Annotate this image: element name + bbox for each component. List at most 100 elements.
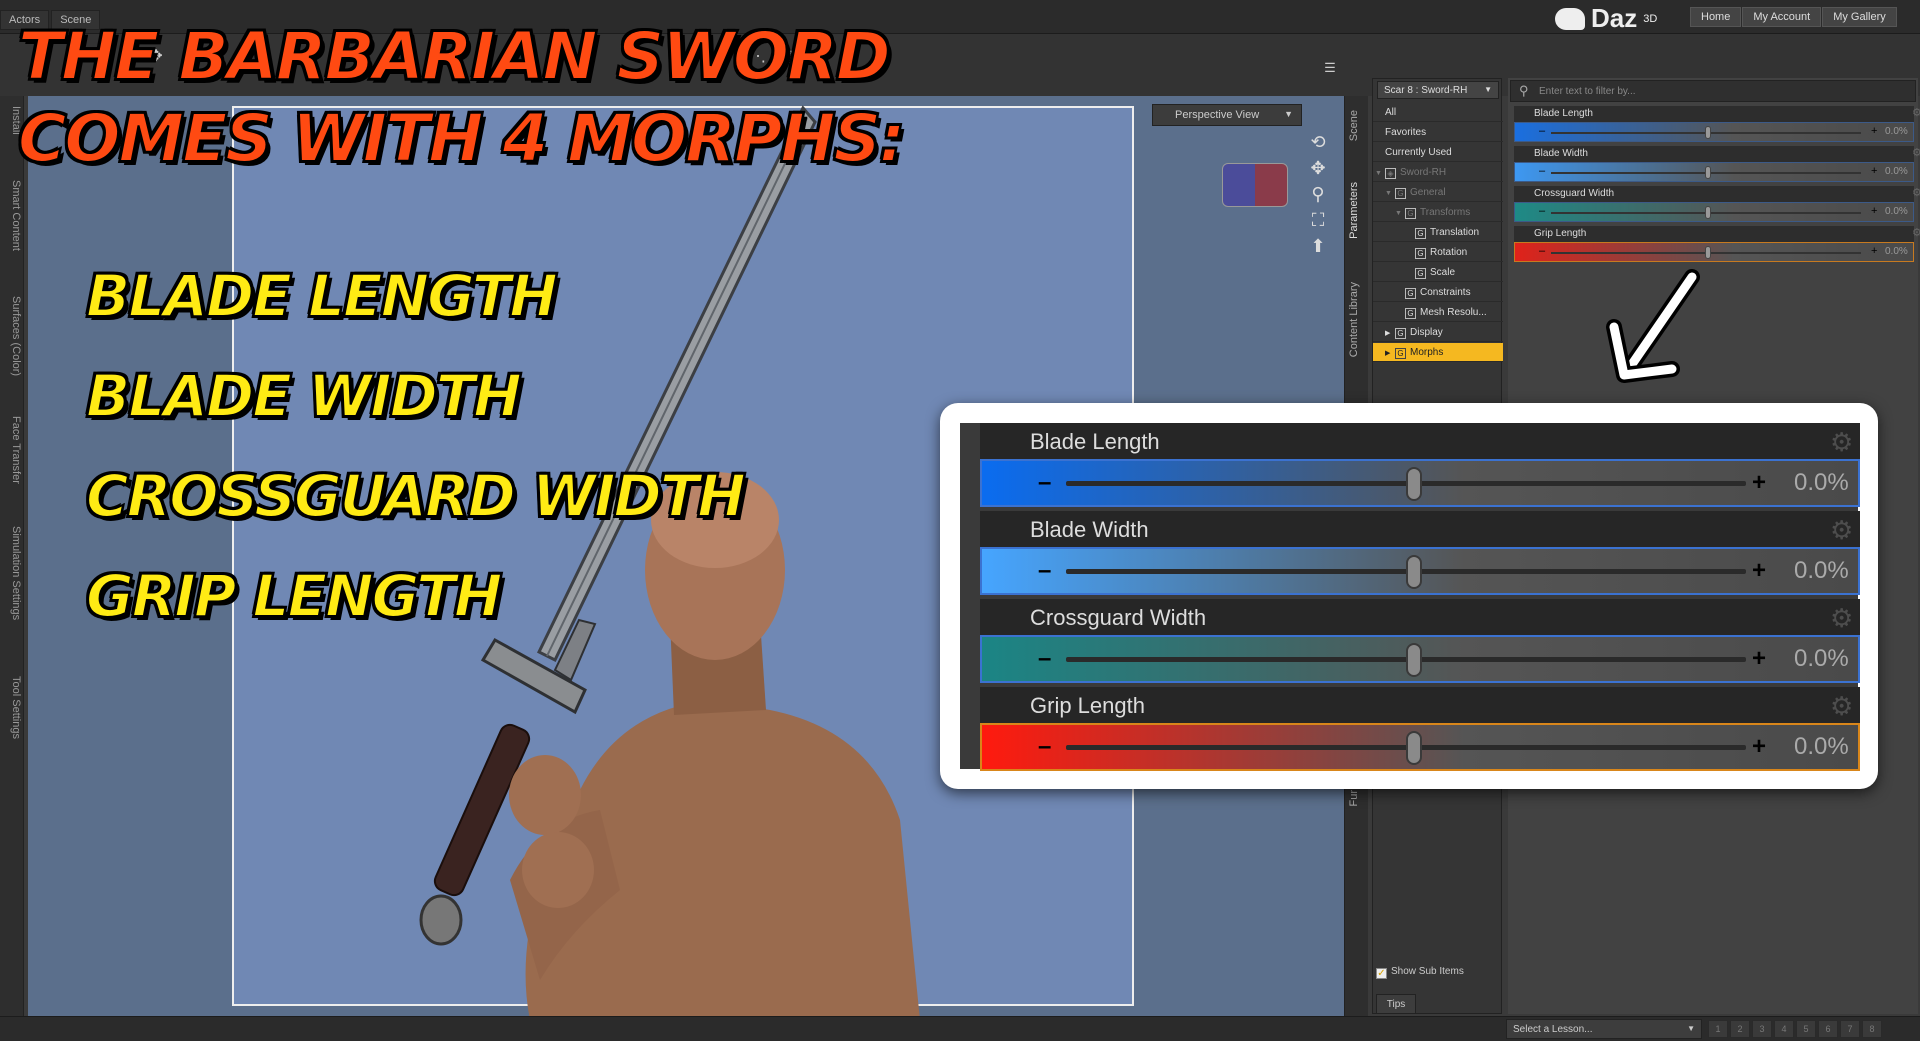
zoom-icon[interactable]: ⚲ xyxy=(1307,184,1329,206)
tab-simulation-settings[interactable]: Simulation Settings xyxy=(2,526,22,620)
param-row[interactable]: Crossguard Width – + 0.0% ⚙ xyxy=(1514,186,1920,224)
zoom-param-row[interactable]: Grip Length – + 0.0% ⚙ xyxy=(980,687,1860,774)
zoom-param-value[interactable]: 0.0% xyxy=(1794,469,1849,497)
expand-triangle-icon[interactable]: ▼ xyxy=(1395,210,1405,217)
tree-item-currently-used[interactable]: Currently Used xyxy=(1373,143,1503,162)
tree-item-display[interactable]: ▶ G Display xyxy=(1373,323,1503,342)
page-2[interactable]: 2 xyxy=(1730,1020,1750,1038)
minus-icon[interactable]: – xyxy=(1038,733,1051,761)
plus-icon[interactable]: + xyxy=(1752,733,1766,761)
minus-icon[interactable]: – xyxy=(1539,205,1545,217)
slider-knob[interactable] xyxy=(1705,206,1711,219)
zoom-param-value[interactable]: 0.0% xyxy=(1794,557,1849,585)
gear-icon[interactable]: ⚙ xyxy=(1830,515,1853,546)
gear-icon[interactable]: ⚙ xyxy=(1830,691,1853,722)
view-cube[interactable] xyxy=(1222,163,1288,207)
minus-icon[interactable]: – xyxy=(1539,245,1545,257)
zoom-param-row[interactable]: Blade Width – + 0.0% ⚙ xyxy=(980,511,1860,598)
page-6[interactable]: 6 xyxy=(1818,1020,1838,1038)
plus-icon[interactable]: + xyxy=(1871,245,1877,257)
slider-knob[interactable] xyxy=(1406,643,1422,677)
gear-icon[interactable]: ⚙ xyxy=(1912,226,1920,239)
lesson-select[interactable]: Select a Lesson... ▼ xyxy=(1506,1019,1702,1039)
gear-icon[interactable]: ⚙ xyxy=(1912,106,1920,119)
param-value[interactable]: 0.0% xyxy=(1885,166,1908,177)
tree-item-all[interactable]: All xyxy=(1373,103,1503,122)
tree-item-general[interactable]: ▼ G General xyxy=(1373,183,1503,202)
orbit-icon[interactable]: ⟲ xyxy=(1307,132,1329,154)
tab-smart-content[interactable]: Smart Content xyxy=(2,180,22,251)
zoom-param-slider[interactable]: – + 0.0% xyxy=(980,459,1860,507)
zoom-param-slider[interactable]: – + 0.0% xyxy=(980,635,1860,683)
page-7[interactable]: 7 xyxy=(1840,1020,1860,1038)
tree-item-translation[interactable]: G Translation xyxy=(1373,223,1503,242)
tab-content-library[interactable]: Content Library xyxy=(1348,282,1360,357)
tab-parameters[interactable]: Parameters xyxy=(1348,182,1360,239)
param-value[interactable]: 0.0% xyxy=(1885,206,1908,217)
gear-icon[interactable]: ⚙ xyxy=(1830,603,1853,634)
page-1[interactable]: 1 xyxy=(1708,1020,1728,1038)
minus-icon[interactable]: – xyxy=(1539,125,1545,137)
plus-icon[interactable]: + xyxy=(1752,645,1766,673)
tree-item-constraints[interactable]: G Constraints xyxy=(1373,283,1503,302)
tree-item-transforms[interactable]: ▼ G Transforms xyxy=(1373,203,1503,222)
expand-triangle-icon[interactable]: ▶ xyxy=(1385,349,1395,357)
minus-icon[interactable]: – xyxy=(1038,557,1051,585)
tab-tool-settings[interactable]: Tool Settings xyxy=(2,676,22,739)
slider-knob[interactable] xyxy=(1705,126,1711,139)
plus-icon[interactable]: + xyxy=(1752,469,1766,497)
expand-triangle-icon[interactable]: ▼ xyxy=(1385,190,1395,197)
tab-fur[interactable]: Fur xyxy=(1348,790,1360,807)
page-5[interactable]: 5 xyxy=(1796,1020,1816,1038)
zoom-param-slider[interactable]: – + 0.0% xyxy=(980,723,1860,771)
reset-view-icon[interactable]: ⬆ xyxy=(1307,236,1329,258)
node-selector[interactable]: Scar 8 : Sword-RH ▼ xyxy=(1377,81,1499,99)
slider-knob[interactable] xyxy=(1406,731,1422,765)
camera-view-select[interactable]: Perspective View ▼ xyxy=(1152,104,1302,126)
page-8[interactable]: 8 xyxy=(1862,1020,1882,1038)
tips-tab[interactable]: Tips xyxy=(1376,994,1416,1014)
zoom-param-value[interactable]: 0.0% xyxy=(1794,733,1849,761)
gear-icon[interactable]: ⚙ xyxy=(1912,186,1920,199)
expand-triangle-icon[interactable]: ▼ xyxy=(1375,170,1385,177)
param-slider[interactable]: – + 0.0% xyxy=(1514,242,1914,262)
zoom-param-row[interactable]: Crossguard Width – + 0.0% ⚙ xyxy=(980,599,1860,686)
gear-icon[interactable]: ⚙ xyxy=(1830,427,1853,458)
minus-icon[interactable]: – xyxy=(1038,645,1051,673)
slider-knob[interactable] xyxy=(1705,166,1711,179)
param-value[interactable]: 0.0% xyxy=(1885,126,1908,137)
tab-face-transfer[interactable]: Face Transfer xyxy=(2,416,22,484)
tree-item-sword-rh[interactable]: ▼ ◈ Sword-RH xyxy=(1373,163,1503,182)
tree-item-mesh-resolution[interactable]: G Mesh Resolu... xyxy=(1373,303,1503,322)
minus-icon[interactable]: – xyxy=(1038,469,1051,497)
expand-triangle-icon[interactable]: ▶ xyxy=(1385,329,1395,337)
param-row[interactable]: Blade Length – + 0.0% ⚙ xyxy=(1514,106,1920,144)
my-account-link[interactable]: My Account xyxy=(1742,7,1822,27)
home-link[interactable]: Home xyxy=(1690,7,1742,27)
param-slider[interactable]: – + 0.0% xyxy=(1514,202,1914,222)
pan-icon[interactable]: ✥ xyxy=(1307,158,1329,180)
my-gallery-link[interactable]: My Gallery xyxy=(1822,7,1897,27)
pane-menu-icon[interactable]: ☰ xyxy=(1320,60,1340,80)
frame-icon[interactable]: ⛶ xyxy=(1307,210,1329,232)
page-4[interactable]: 4 xyxy=(1774,1020,1794,1038)
param-slider[interactable]: – + 0.0% xyxy=(1514,162,1914,182)
param-row[interactable]: Blade Width – + 0.0% ⚙ xyxy=(1514,146,1920,184)
tree-item-scale[interactable]: G Scale xyxy=(1373,263,1503,282)
gear-icon[interactable]: ⚙ xyxy=(1912,146,1920,159)
plus-icon[interactable]: + xyxy=(1871,205,1877,217)
page-3[interactable]: 3 xyxy=(1752,1020,1772,1038)
show-sub-items-toggle[interactable]: ✓ Show Sub Items xyxy=(1376,966,1464,979)
minus-icon[interactable]: – xyxy=(1539,165,1545,177)
checkbox-checked-icon[interactable]: ✓ xyxy=(1376,968,1387,979)
zoom-param-row[interactable]: Blade Length – + 0.0% ⚙ xyxy=(980,423,1860,510)
plus-icon[interactable]: + xyxy=(1871,165,1877,177)
zoom-param-value[interactable]: 0.0% xyxy=(1794,645,1849,673)
tree-item-morphs[interactable]: ▶ G Morphs xyxy=(1373,343,1503,362)
zoom-param-slider[interactable]: – + 0.0% xyxy=(980,547,1860,595)
slider-knob[interactable] xyxy=(1406,555,1422,589)
filter-input[interactable]: ⚲ Enter text to filter by... xyxy=(1510,80,1916,102)
param-value[interactable]: 0.0% xyxy=(1885,246,1908,257)
plus-icon[interactable]: + xyxy=(1871,125,1877,137)
tree-item-rotation[interactable]: G Rotation xyxy=(1373,243,1503,262)
